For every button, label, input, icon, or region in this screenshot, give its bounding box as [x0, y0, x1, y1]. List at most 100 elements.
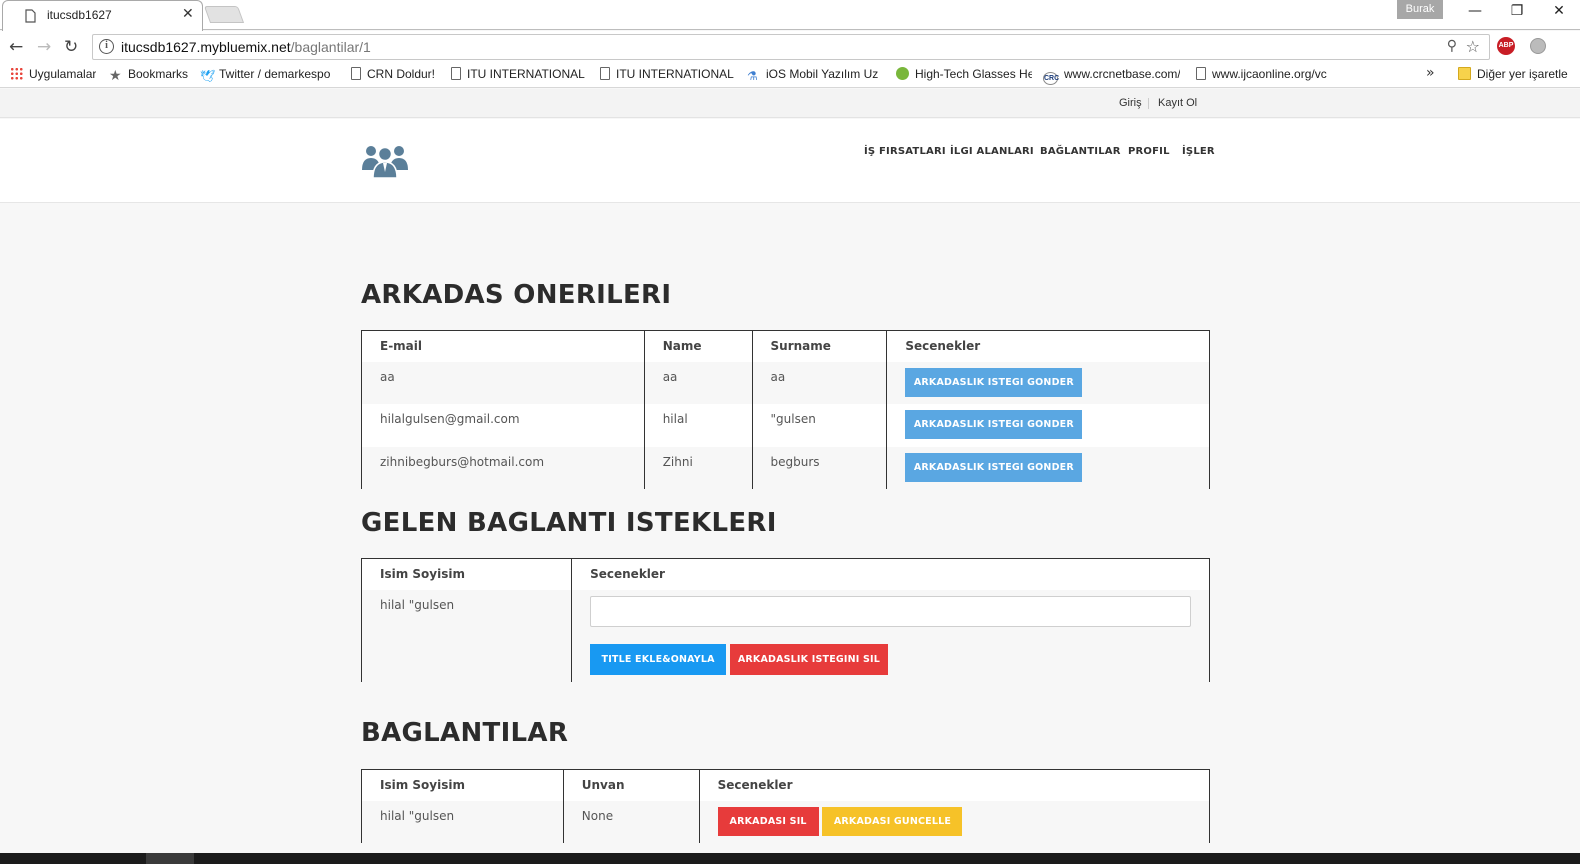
bookmark-crcnetbase[interactable]: CRC www.crcnetbase.com/: [1043, 67, 1180, 85]
delete-friend-button[interactable]: ARKADASI SIL: [717, 806, 819, 836]
table-row: zihnibegburs@hotmail.com Zihni begburs A…: [361, 446, 1210, 489]
bookmark-ijcaonline[interactable]: www.ijcaonline.org/vc: [1196, 67, 1330, 81]
bookmarks-bar: Uygulamalar ★ Bookmarks 🕊 Twitter / demark…: [0, 62, 1580, 88]
owl-icon: [896, 67, 909, 80]
tab-title: itucsdb1627: [47, 8, 112, 22]
title-input[interactable]: [590, 595, 1192, 627]
full-name-cell: hilal "gulsen: [360, 589, 573, 682]
people-logo-icon[interactable]: [361, 142, 409, 178]
bookmark-apps[interactable]: Uygulamalar: [10, 67, 96, 81]
delete-friend-request-button[interactable]: ARKADASLIK ISTEGINI SIL: [729, 643, 888, 675]
connections-table: Isim Soyisim Unvan Secenekler hilal "gul…: [361, 769, 1211, 843]
back-arrow-icon[interactable]: ←: [9, 37, 23, 57]
menu-baglantilar[interactable]: BAĞLANTILAR: [1040, 146, 1121, 157]
table-row: hilal "gulsen TITLE EKLE&ONAYLA ARKADASL…: [360, 589, 1210, 682]
name-cell: Zihni: [643, 446, 753, 489]
reload-icon[interactable]: ↻: [64, 37, 78, 57]
email-cell: hilalgulsen@gmail.com: [361, 403, 645, 447]
email-cell: aa: [361, 361, 645, 404]
column-header-full-name: Isim Soyisim: [361, 769, 564, 801]
menu-isler[interactable]: İŞLER: [1182, 146, 1215, 157]
login-link[interactable]: Giriş: [1119, 97, 1142, 109]
page-icon: [351, 67, 361, 80]
bookmark-bookmarks[interactable]: ★ Bookmarks: [109, 67, 188, 81]
profile-badge[interactable]: Burak: [1397, 0, 1443, 19]
connections-heading: BAGLANTILAR: [361, 718, 569, 748]
incoming-requests-table: Isim Soyisim Secenekler hilal "gulsen TI…: [360, 558, 1210, 682]
bookmark-star-icon[interactable]: ☆: [1466, 37, 1480, 56]
new-tab-button[interactable]: [203, 6, 245, 23]
close-window-icon[interactable]: ✕: [1544, 3, 1574, 19]
twitter-icon: 🕊: [200, 69, 216, 82]
bookmark-crn[interactable]: CRN Doldur!: [351, 67, 435, 81]
site-header: İŞ FIRSATLARI İLGI ALANLARI BAĞLANTILAR …: [0, 119, 1580, 203]
browser-tab-bar: itucsdb1627 ✕ Burak — ❐ ✕: [0, 0, 1580, 31]
apps-grid-icon: [10, 67, 23, 80]
options-cell: ARKADASLIK ISTEGI GONDER: [886, 446, 1210, 489]
title-cell: None: [562, 800, 700, 843]
request-action-group: TITLE EKLE&ONAYLA ARKADASLIK ISTEGINI SI…: [590, 643, 1209, 675]
column-header-full-name: Isim Soyisim: [360, 558, 573, 590]
adblock-icon[interactable]: ABP: [1497, 37, 1515, 55]
column-header-title: Unvan: [562, 769, 700, 801]
bookmark-itu-2[interactable]: ITU INTERNATIONAL: [600, 67, 734, 81]
name-cell: hilal: [643, 403, 753, 447]
send-friend-request-button[interactable]: ARKADASLIK ISTEGI GONDER: [905, 367, 1083, 397]
page-icon: [451, 67, 461, 80]
bookmark-other-folder[interactable]: Diğer yer işaretle: [1458, 67, 1580, 81]
bookmark-itu-1[interactable]: ITU INTERNATIONAL: [451, 67, 585, 81]
email-cell: zihnibegburs@hotmail.com: [361, 446, 645, 489]
menu-profil[interactable]: PROFIL: [1128, 146, 1170, 157]
site-info-icon[interactable]: i: [99, 39, 114, 54]
column-header-email: E-mail: [361, 330, 645, 362]
column-header-name: Name: [643, 330, 753, 362]
page-icon: [1196, 67, 1206, 80]
taskbar-strip: [0, 853, 1580, 864]
divider: [1148, 98, 1149, 109]
column-header-surname: Surname: [751, 330, 888, 362]
crc-icon: CRC: [1043, 72, 1059, 85]
close-tab-icon[interactable]: ✕: [182, 6, 194, 22]
more-bookmarks-icon[interactable]: »: [1426, 65, 1435, 81]
surname-cell: begburs: [751, 446, 888, 489]
browser-tab[interactable]: itucsdb1627 ✕: [2, 0, 203, 31]
page-icon: [600, 67, 610, 80]
forward-arrow-icon[interactable]: →: [37, 37, 51, 57]
full-name-cell: hilal "gulsen: [361, 800, 564, 843]
folder-icon: [1458, 67, 1471, 80]
bookmark-twitter[interactable]: 🕊 Twitter / demarkespo: [200, 67, 337, 82]
flask-icon: ⚗: [747, 69, 758, 82]
register-link[interactable]: Kayıt Ol: [1158, 97, 1197, 109]
send-friend-request-button[interactable]: ARKADASLIK ISTEGI GONDER: [905, 409, 1083, 439]
table-row: aa aa aa ARKADASLIK ISTEGI GONDER: [361, 361, 1210, 404]
star-icon: ★: [109, 67, 122, 81]
globe-icon[interactable]: [1530, 38, 1546, 54]
document-icon: [25, 9, 36, 23]
suggestions-table: E-mail Name Surname Secenekler aa aa aa …: [361, 330, 1210, 489]
add-title-accept-button[interactable]: TITLE EKLE&ONAYLA: [590, 643, 727, 675]
surname-cell: "gulsen: [751, 403, 888, 447]
table-row: hilal "gulsen None ARKADASI SIL ARKADASI…: [361, 800, 1211, 843]
menu-is-firsatlari[interactable]: İŞ FIRSATLARI: [864, 146, 946, 157]
options-cell: ARKADASLIK ISTEGI GONDER: [886, 361, 1210, 404]
options-cell: ARKADASI SIL ARKADASI GUNCELLE: [698, 800, 1211, 843]
table-row: hilalgulsen@gmail.com hilal "gulsen ARKA…: [361, 403, 1210, 447]
address-bar[interactable]: i itucsdb1627.mybluemix.net/baglantilar/…: [92, 34, 1490, 60]
incoming-requests-heading: GELEN BAGLANTI ISTEKLERI: [361, 508, 777, 538]
zoom-icon[interactable]: ⚲: [1447, 38, 1457, 54]
browser-toolbar: ← → ↻ i itucsdb1627.mybluemix.net/baglan…: [0, 31, 1580, 62]
top-auth-strip: Giriş Kayıt Ol: [0, 89, 1580, 118]
update-friend-button[interactable]: ARKADASI GUNCELLE: [822, 806, 963, 836]
column-header-options: Secenekler: [698, 769, 1211, 801]
bookmark-hightech[interactable]: High-Tech Glasses He: [896, 67, 1032, 81]
restore-icon[interactable]: ❐: [1502, 3, 1532, 19]
column-header-options: Secenekler: [571, 558, 1210, 590]
surname-cell: aa: [751, 361, 888, 404]
suggestions-heading: ARKADAS ONERILERI: [361, 280, 672, 310]
scroll-thumb[interactable]: [146, 853, 194, 864]
menu-ilgi-alanlari[interactable]: İLGI ALANLARI: [950, 146, 1034, 157]
options-cell: TITLE EKLE&ONAYLA ARKADASLIK ISTEGINI SI…: [571, 589, 1210, 682]
bookmark-ios[interactable]: ⚗ iOS Mobil Yazılım Uz: [747, 67, 883, 82]
send-friend-request-button[interactable]: ARKADASLIK ISTEGI GONDER: [905, 452, 1083, 482]
minimize-icon[interactable]: —: [1460, 3, 1490, 19]
